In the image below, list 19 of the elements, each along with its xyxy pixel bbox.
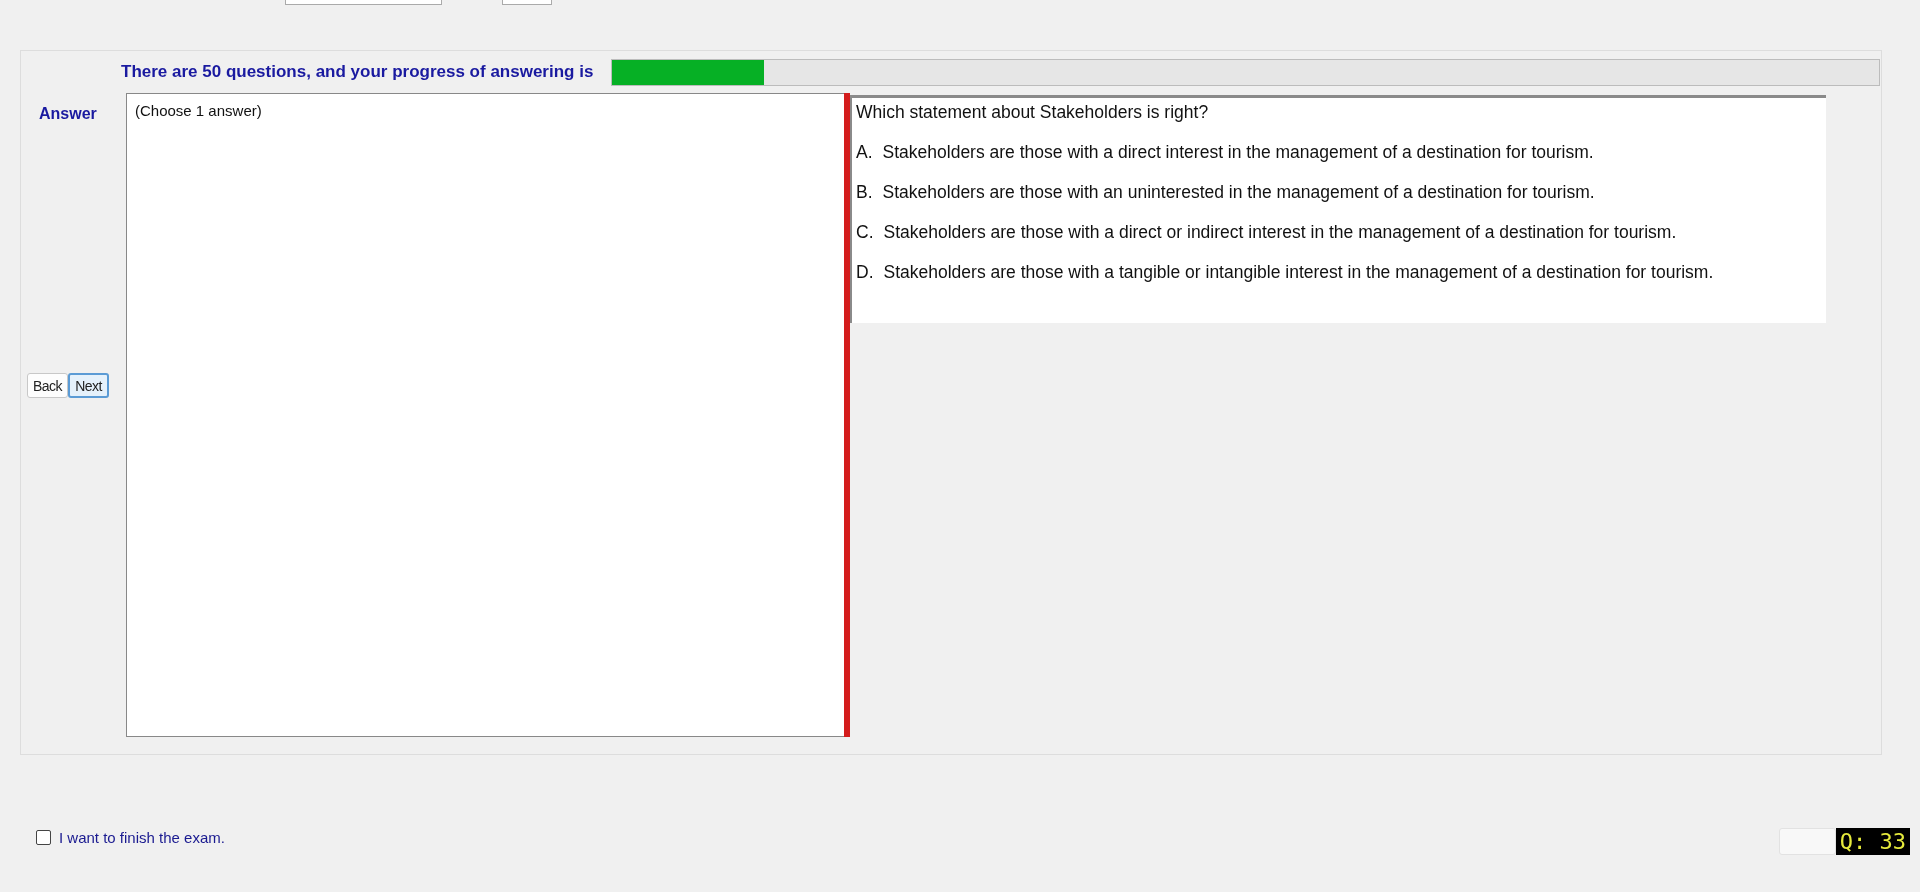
question-text: Which statement about Stakeholders is right? (856, 102, 1210, 123)
answer-instruction: (Choose 1 answer) (135, 102, 263, 119)
question-counter: Q: 33 (1835, 828, 1910, 855)
option-text: Stakeholders are those with a direct interest in the management of a destination for tourism. (882, 142, 1594, 163)
option-text: Stakeholders are those with a direct or indirect interest in the management of a destination for tourism. (883, 222, 1677, 243)
option-text: Stakeholders are those with an uninterested in the management of a destination for tourism. (882, 182, 1595, 203)
option-letter: A. (856, 142, 873, 163)
partial-button[interactable] (1778, 828, 1836, 855)
option-text: Stakeholders are those with a tangible or intangible interest in the management of a destination for tourism. (883, 262, 1714, 283)
next-button[interactable]: Next (68, 373, 109, 398)
answer-label: Answer (39, 105, 98, 123)
option-letter: B. (856, 182, 873, 203)
finish-checkbox[interactable] (36, 830, 51, 845)
finish-label: I want to finish the exam. (59, 829, 225, 846)
option-letter: D. (856, 262, 874, 283)
progress-label: There are 50 questions, and your progress of answering is (121, 62, 594, 82)
option-letter: C. (856, 222, 874, 243)
back-button[interactable]: Back (27, 373, 69, 398)
answer-box[interactable]: (Choose 1 answer) (126, 93, 844, 737)
